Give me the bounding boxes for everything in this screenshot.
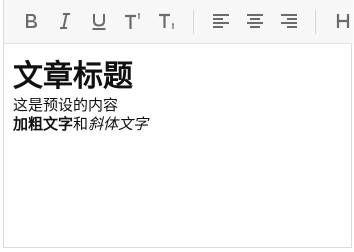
formatted-paragraph: 加粗文字和斜体文字 bbox=[13, 115, 343, 134]
heading-button[interactable] bbox=[328, 6, 353, 36]
italic-icon bbox=[60, 13, 70, 29]
subscript-button[interactable] bbox=[152, 6, 182, 36]
preset-paragraph: 这是预设的内容 bbox=[13, 96, 119, 114]
underline-button[interactable] bbox=[84, 6, 114, 36]
bold-text: 加粗文字 bbox=[13, 115, 74, 133]
align-center-icon bbox=[247, 14, 263, 28]
bold-button[interactable] bbox=[16, 6, 46, 36]
toolbar-separator bbox=[193, 10, 194, 34]
align-right-icon bbox=[281, 14, 297, 28]
article-title: 文章标题 bbox=[13, 59, 133, 94]
connector-text: 和 bbox=[73, 115, 89, 133]
superscript-icon bbox=[125, 13, 140, 29]
toolbar-separator bbox=[315, 10, 316, 34]
superscript-button[interactable] bbox=[118, 6, 148, 36]
subscript-icon bbox=[159, 13, 174, 29]
underline-icon bbox=[92, 14, 106, 30]
align-right-button[interactable] bbox=[274, 6, 304, 36]
rich-text-editor: 文章标题 这是预设的内容 加粗文字和斜体文字 bbox=[3, 0, 353, 248]
italic-button[interactable] bbox=[50, 6, 80, 36]
align-left-icon bbox=[213, 14, 229, 28]
align-center-button[interactable] bbox=[240, 6, 270, 36]
bold-icon bbox=[26, 14, 37, 28]
align-left-button[interactable] bbox=[206, 6, 236, 36]
editor-content-area[interactable]: 文章标题 这是预设的内容 加粗文字和斜体文字 bbox=[13, 58, 343, 134]
italic-text: 斜体文字 bbox=[88, 115, 149, 133]
editor-toolbar bbox=[4, 0, 353, 44]
heading-icon bbox=[336, 14, 350, 28]
